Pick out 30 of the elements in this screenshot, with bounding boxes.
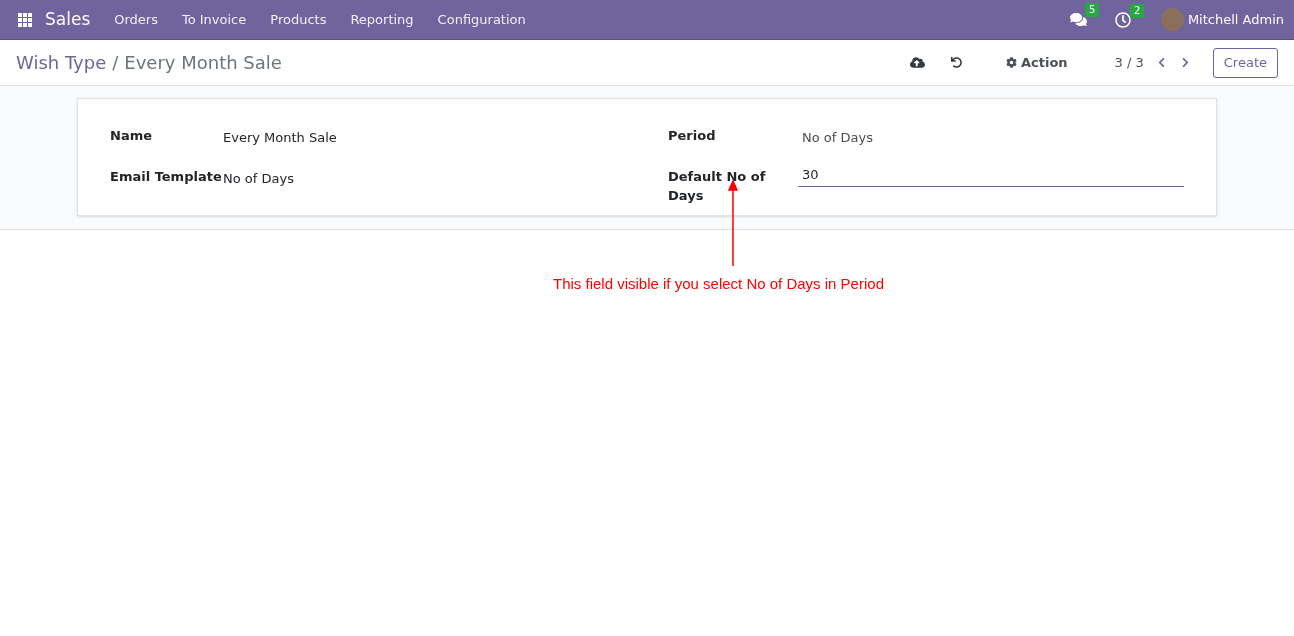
field-label: Period <box>668 127 717 145</box>
field-label: Email Template <box>110 167 223 186</box>
field-label: Default No of Days <box>668 167 767 205</box>
apps-grid-icon[interactable] <box>18 12 32 27</box>
gear-icon <box>1006 57 1017 68</box>
menu-item[interactable]: Products <box>258 9 339 30</box>
field-value: No of Days <box>802 129 873 147</box>
field-value: Every Month Sale <box>223 129 337 147</box>
menu-item[interactable]: Orders <box>102 9 170 30</box>
user-name[interactable]: Mitchell Admin <box>1187 9 1284 30</box>
breadcrumb-link[interactable]: Wish Type <box>16 49 107 76</box>
menu-item[interactable]: Reporting <box>338 9 426 30</box>
chat-icon[interactable] <box>1069 11 1087 28</box>
clock-icon[interactable] <box>1114 11 1131 28</box>
activities-badge: 2 <box>1129 3 1145 18</box>
menu-item[interactable]: To Invoice <box>169 9 259 30</box>
app-name[interactable]: Sales <box>45 6 91 33</box>
discard-icon[interactable] <box>951 57 962 68</box>
field-value: No of Days <box>223 169 294 188</box>
messages-badge: 5 <box>1084 3 1100 17</box>
menu-item[interactable]: Configuration <box>425 9 538 30</box>
create-button[interactable]: Create <box>1212 47 1278 78</box>
field-label: Name <box>110 127 153 145</box>
action-button[interactable]: Action <box>1006 52 1068 73</box>
pager-value: 3 / 3 <box>1114 53 1144 72</box>
annotation-text: This field visible if you select No of Days in Period <box>553 274 884 294</box>
breadcrumb-separator: / <box>112 51 119 75</box>
input-field[interactable]: 30 <box>798 162 1184 187</box>
save-icon[interactable] <box>910 55 925 70</box>
breadcrumb-current: Every Month Sale <box>124 51 282 75</box>
